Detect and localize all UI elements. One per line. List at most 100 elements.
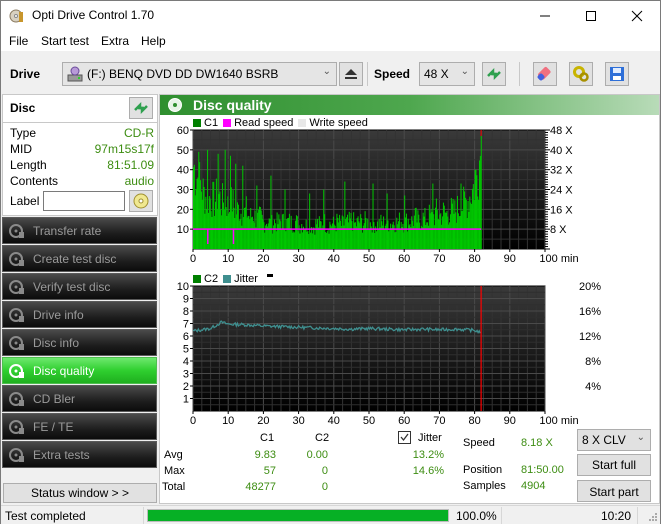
save-button[interactable] <box>605 62 629 86</box>
jitter-checkbox[interactable] <box>398 431 411 444</box>
x-tick-label: 50 <box>363 415 375 427</box>
c1-bar <box>310 232 312 249</box>
nav-item-disc-quality[interactable]: Disc quality <box>2 357 157 384</box>
start-full-button[interactable]: Start full <box>577 454 651 476</box>
c1-bar <box>337 217 339 249</box>
nav-item-verify-test-disc[interactable]: Verify test disc <box>2 273 157 300</box>
c1-bar <box>311 233 313 249</box>
c1-bar <box>196 178 198 249</box>
c1-bar <box>369 222 371 249</box>
divider <box>3 122 157 123</box>
col-c1-header: C1 <box>260 432 275 444</box>
nav-item-drive-info[interactable]: Drive info <box>2 301 157 328</box>
c1-bar <box>444 212 446 249</box>
c1-bar <box>299 233 301 249</box>
c1-bar <box>314 234 316 249</box>
c1-bar <box>353 212 355 249</box>
c1-bar <box>391 224 393 249</box>
x-tick-label: 90 <box>504 253 516 265</box>
app-logo-icon <box>9 9 23 23</box>
nav-item-disc-info[interactable]: Disc info <box>2 329 157 356</box>
nav-item-label: FE / TE <box>33 420 74 434</box>
y-right-tick-label: 16% <box>579 306 601 318</box>
divider <box>143 507 144 524</box>
c1-bar <box>240 213 242 249</box>
c1-bar <box>275 231 277 249</box>
c1-bar <box>361 232 363 249</box>
c1-bar <box>450 197 452 249</box>
erase-button[interactable] <box>533 62 557 86</box>
menu-file[interactable]: File <box>9 34 28 48</box>
c1-bar <box>332 216 334 249</box>
menu-extra[interactable]: Extra <box>101 34 129 48</box>
disc-label-input[interactable] <box>43 191 125 211</box>
c1-bar <box>236 214 238 249</box>
c1-bar <box>347 214 348 249</box>
c1-bar <box>357 216 359 249</box>
nav-item-cd-bler[interactable]: CD Bler <box>2 385 157 412</box>
menu-bar: File Start test Extra Help <box>1 31 660 51</box>
y-left-tick-label: 50 <box>177 145 189 157</box>
c1-bar <box>197 177 199 249</box>
disc-field-length: Length 81:51.09 <box>10 158 154 172</box>
nav-item-label: Verify test disc <box>33 280 111 294</box>
status-window-button[interactable]: Status window > > <box>3 483 157 503</box>
c1-bar <box>200 191 202 249</box>
c1-bar <box>464 197 466 249</box>
nav-item-create-test-disc[interactable]: Create test disc <box>2 245 157 272</box>
options-button[interactable] <box>569 62 593 86</box>
menu-help[interactable]: Help <box>141 34 166 48</box>
speed-stat-label: Speed <box>463 437 495 449</box>
c1-bar <box>323 189 325 249</box>
c1-bar <box>418 214 420 249</box>
c1-bar <box>378 218 380 249</box>
start-part-button[interactable]: Start part <box>577 480 651 502</box>
c1-bar <box>443 205 445 249</box>
nav-item-fe-te[interactable]: FE / TE <box>2 413 157 440</box>
nav-item-transfer-rate[interactable]: Transfer rate <box>2 217 157 244</box>
x-tick-label: 10 <box>222 253 234 265</box>
c1-bar <box>480 135 482 249</box>
disc-label-button[interactable] <box>129 190 153 212</box>
c2-jitter-chart: 0 10 20 30 40 50 60 70 80 90 100 min123456789104%8… <box>177 281 601 427</box>
disc-tool-icon <box>9 280 24 294</box>
c1-bar <box>374 232 376 249</box>
eject-button[interactable] <box>339 62 363 86</box>
refresh-speed-button[interactable] <box>482 62 506 86</box>
c1-bar <box>372 183 374 249</box>
avg-c1: 9.83 <box>254 449 276 461</box>
gears-icon <box>573 66 589 82</box>
y-right-tick-label: 12% <box>579 331 601 343</box>
divider <box>637 507 638 524</box>
speed-select[interactable]: 48 X ⌄ <box>419 62 475 86</box>
drive-select[interactable]: (F:) BENQ DVD DD DW1640 BSRB ⌄ <box>62 62 337 86</box>
c1-bar <box>301 224 303 249</box>
drive-icon <box>67 66 83 82</box>
resize-grip-icon[interactable] <box>648 512 658 522</box>
row-max-label: Max <box>164 465 185 477</box>
x-tick-label: 20 <box>257 253 269 265</box>
c1-bar <box>288 217 290 249</box>
progress-bar <box>147 509 449 522</box>
y-left-tick-label: 2 <box>183 381 189 393</box>
c1-bar <box>226 216 228 249</box>
c1-bar <box>326 231 328 249</box>
minimize-button[interactable] <box>522 1 568 31</box>
c1-bar <box>253 222 255 249</box>
disc-refresh-button[interactable] <box>129 97 153 119</box>
drive-value: (F:) BENQ DVD DD DW1640 BSRB <box>87 67 279 81</box>
c1-bar <box>394 232 396 249</box>
y-left-tick-label: 9 <box>183 294 189 306</box>
speed-mode-select[interactable]: 8 X CLV ⌄ <box>577 429 651 451</box>
floppy-disk-icon <box>610 67 624 81</box>
c1-bar <box>203 186 205 249</box>
c1-bar <box>463 186 465 249</box>
c1-bar <box>292 232 294 249</box>
nav-item-extra-tests[interactable]: Extra tests <box>2 441 157 468</box>
disc-field-mid: MID 97m15s17f <box>10 142 154 156</box>
menu-start-test[interactable]: Start test <box>41 34 89 48</box>
c1-bar <box>354 222 356 249</box>
maximize-button[interactable] <box>568 1 614 31</box>
c1-bar <box>202 178 204 249</box>
close-button[interactable] <box>614 1 660 31</box>
